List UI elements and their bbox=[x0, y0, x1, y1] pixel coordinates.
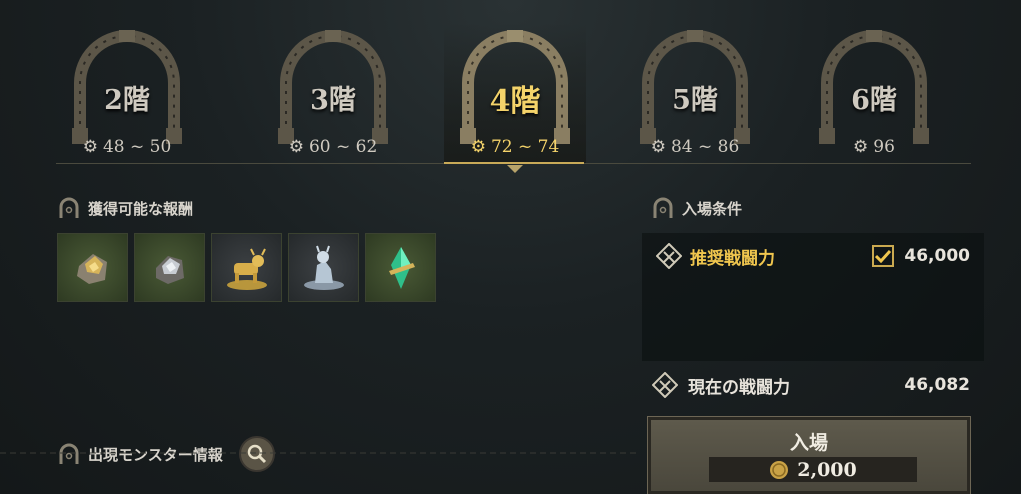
current-power-row: 現在の戦闘力 46,082 bbox=[652, 372, 970, 398]
reward-slot[interactable] bbox=[288, 233, 359, 302]
entry-title: 入場条件 bbox=[682, 199, 743, 218]
reward-list bbox=[57, 233, 436, 302]
floor-tab-6[interactable]: 6階 ⚙ 96 bbox=[803, 22, 945, 164]
combat-power-icon bbox=[652, 372, 678, 398]
arch-section-icon bbox=[653, 197, 673, 218]
reward-slot[interactable] bbox=[211, 233, 282, 302]
requirement-checkbox bbox=[872, 245, 895, 267]
arch-section-icon bbox=[59, 197, 79, 218]
floor-name: 5階 bbox=[672, 85, 718, 116]
checkmark-icon bbox=[875, 249, 892, 263]
floor-level: ⚙ 96 bbox=[803, 137, 945, 157]
entry-cost-value: 2,000 bbox=[797, 458, 857, 481]
reward-slot[interactable] bbox=[57, 233, 128, 302]
current-power-value: 46,082 bbox=[904, 375, 970, 395]
floor-level: ⚙ 72 ~ 74 bbox=[444, 137, 586, 157]
entry-condition-box: 推奨戦闘力 46,000 bbox=[642, 233, 984, 361]
monster-header: 出現モンスター情報 bbox=[58, 436, 275, 472]
level-badge-icon: ⚙ bbox=[853, 137, 869, 157]
recommended-power-value: 46,000 bbox=[904, 246, 970, 266]
current-power-label: 現在の戦闘力 bbox=[688, 377, 790, 398]
level-badge-icon: ⚙ bbox=[650, 137, 666, 157]
recommended-power-label: 推奨戦闘力 bbox=[690, 248, 775, 269]
floor-level: ⚙ 48 ~ 50 bbox=[56, 137, 198, 157]
floor-level-value: 48 ~ 50 bbox=[102, 137, 172, 157]
floor-tab-3[interactable]: 3階 ⚙ 60 ~ 62 bbox=[262, 22, 404, 164]
enter-button[interactable]: 入場 2,000 bbox=[647, 416, 971, 494]
floor-tab-2[interactable]: 2階 ⚙ 48 ~ 50 bbox=[56, 22, 198, 164]
magnifier-icon bbox=[247, 444, 266, 464]
arch-section-icon bbox=[59, 443, 79, 464]
monster-title: 出現モンスター情報 bbox=[88, 445, 223, 464]
entry-header: 入場条件 bbox=[652, 197, 742, 219]
entry-cost: 2,000 bbox=[709, 457, 917, 482]
reward-slot[interactable] bbox=[134, 233, 205, 302]
floor-name: 4階 bbox=[489, 84, 541, 119]
reward-slot[interactable] bbox=[365, 233, 436, 302]
floor-selected-underline bbox=[444, 162, 584, 164]
emerald-crystal-icon bbox=[388, 246, 415, 289]
floor-level-value: 96 bbox=[873, 137, 895, 157]
level-badge-icon: ⚙ bbox=[82, 137, 98, 157]
floor-tab-4[interactable]: 4階 ⚙ 72 ~ 74 bbox=[444, 22, 586, 173]
rewards-title: 獲得可能な報酬 bbox=[88, 199, 194, 218]
floor-level-value: 60 ~ 62 bbox=[308, 137, 378, 157]
enter-button-label: 入場 bbox=[789, 432, 828, 454]
floor-tab-5[interactable]: 5階 ⚙ 84 ~ 86 bbox=[624, 22, 766, 164]
level-badge-icon: ⚙ bbox=[470, 137, 486, 157]
silver-dog-statue-icon bbox=[303, 245, 344, 290]
floor-name: 3階 bbox=[310, 85, 356, 116]
floor-selector: 2階 ⚙ 48 ~ 50 3階 ⚙ 60 ~ 62 4階 ⚙ 72 ~ 74 5… bbox=[56, 22, 971, 173]
floor-level: ⚙ 60 ~ 62 bbox=[262, 137, 404, 157]
floor-level-value: 72 ~ 74 bbox=[490, 137, 560, 157]
floor-name: 6階 bbox=[851, 85, 897, 116]
gold-ore-icon bbox=[76, 253, 107, 284]
golden-bull-statue-icon bbox=[226, 248, 267, 290]
combat-power-icon bbox=[656, 243, 682, 269]
floor-level: ⚙ 84 ~ 86 bbox=[624, 137, 766, 157]
recommended-power-row: 推奨戦闘力 46,000 bbox=[656, 243, 970, 269]
ornament-divider bbox=[0, 452, 640, 454]
floor-name: 2階 bbox=[104, 85, 150, 116]
rewards-header: 獲得可能な報酬 bbox=[58, 197, 193, 219]
monster-search-button[interactable] bbox=[238, 436, 275, 472]
gold-coin-icon bbox=[770, 460, 789, 479]
level-badge-icon: ⚙ bbox=[288, 137, 304, 157]
floor-level-value: 84 ~ 86 bbox=[670, 137, 740, 157]
silver-ore-icon bbox=[155, 255, 184, 284]
